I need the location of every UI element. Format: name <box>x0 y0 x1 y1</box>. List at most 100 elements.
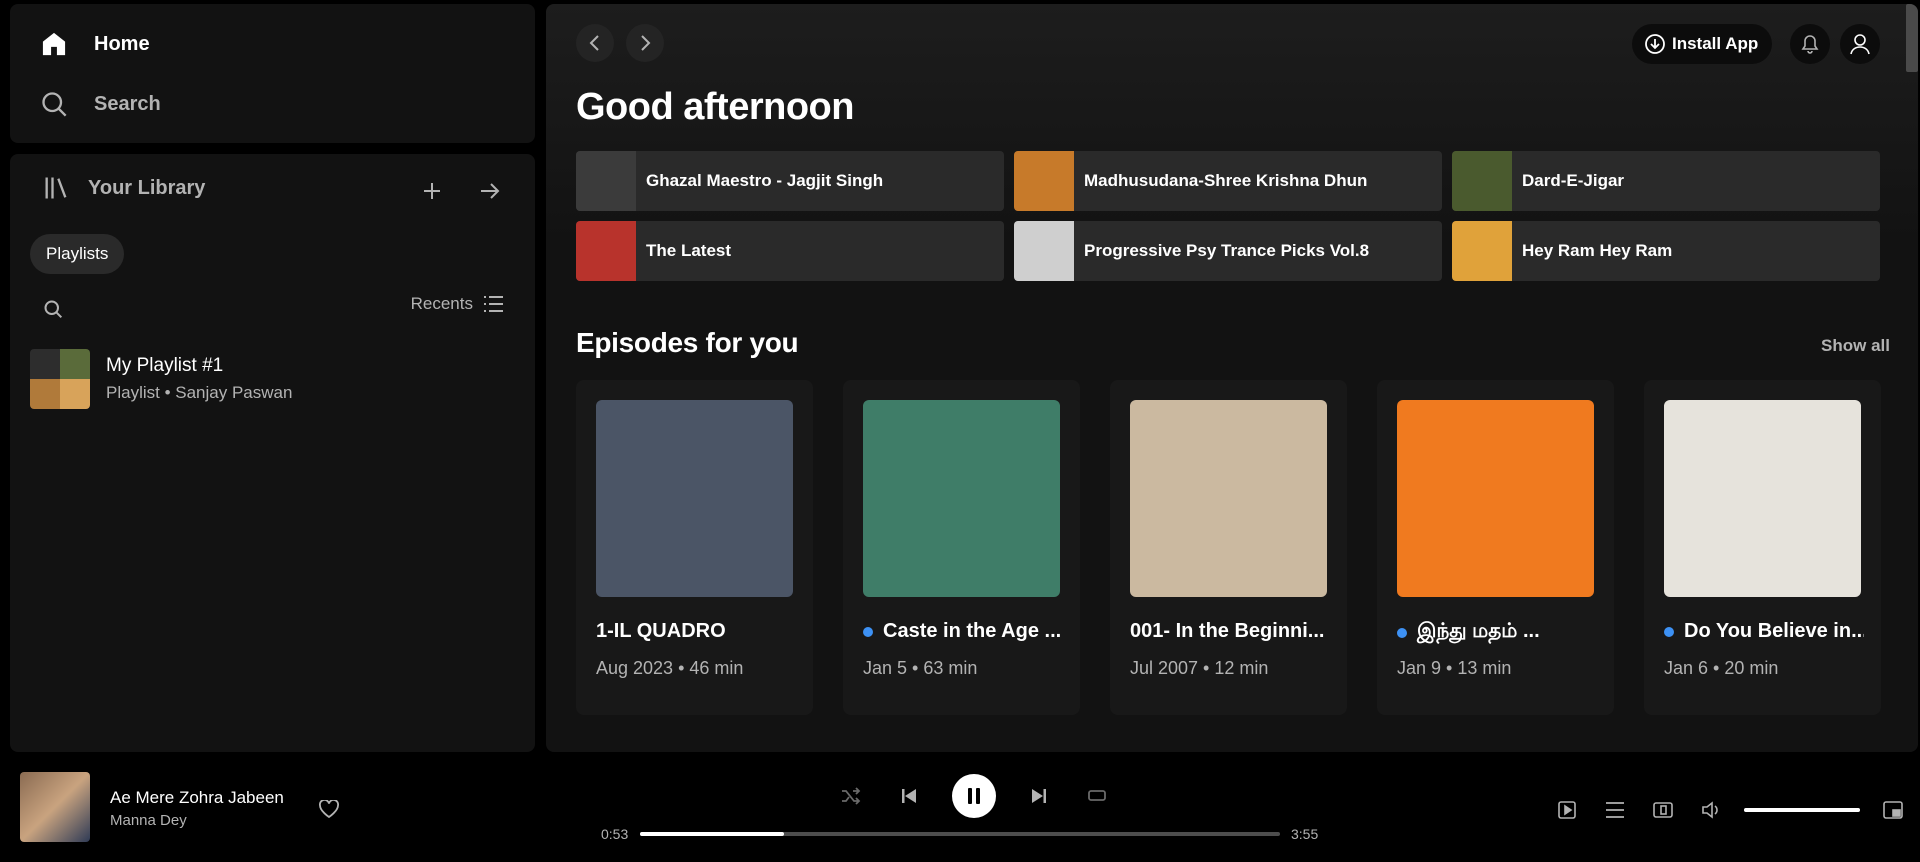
install-app-button[interactable]: Install App <box>1632 24 1773 64</box>
top-nav-panel: Home Search <box>10 4 535 143</box>
library-search-button[interactable] <box>38 294 68 324</box>
shortcut-cover <box>1014 151 1074 211</box>
show-all-link[interactable]: Show all <box>1821 336 1890 356</box>
episode-card[interactable]: 001- In the Beginni... Jul 2007 • 12 min <box>1110 380 1347 715</box>
library-title: Your Library <box>88 176 206 199</box>
profile-button[interactable] <box>1840 24 1880 64</box>
expand-library-button[interactable] <box>475 176 505 206</box>
episode-meta: Jan 9 • 13 min <box>1397 658 1512 678</box>
shuffle-icon <box>842 787 861 805</box>
play-pause-button[interactable] <box>952 774 996 818</box>
miniplayer-icon <box>1883 801 1903 819</box>
shortcut-cover <box>1452 151 1512 211</box>
shuffle-button[interactable] <box>836 781 866 811</box>
now-playing-cover[interactable] <box>20 772 90 842</box>
unplayed-dot <box>1664 626 1674 637</box>
episode-title: இந்து மதம் ... <box>1397 620 1597 645</box>
search-icon <box>40 90 68 118</box>
shortcut-cover <box>576 221 636 281</box>
episode-title-text: 001- In the Beginni... <box>1130 620 1325 642</box>
previous-button[interactable] <box>894 781 924 811</box>
nav-search[interactable]: Search <box>40 90 161 118</box>
repeat-button[interactable] <box>1082 781 1112 811</box>
pause-icon <box>968 788 980 804</box>
connect-device-button[interactable] <box>1648 795 1678 825</box>
notifications-button[interactable] <box>1790 24 1830 64</box>
home-icon <box>40 30 68 58</box>
queue-button[interactable] <box>1600 795 1630 825</box>
shortcut-cover <box>1014 221 1074 281</box>
episode-card[interactable]: இந்து மதம் ... Jan 9 • 13 min <box>1377 380 1614 715</box>
playlist-cover <box>30 349 90 409</box>
nav-home-label: Home <box>94 32 150 55</box>
playback-controls <box>836 774 1112 818</box>
volume-fill <box>1744 808 1860 812</box>
progress-bar[interactable] <box>640 832 1280 836</box>
episode-cover <box>1664 400 1861 597</box>
volume-button[interactable] <box>1696 795 1726 825</box>
episode-card[interactable]: Caste in the Age ... Jan 5 • 63 min <box>843 380 1080 715</box>
episode-title: Do You Believe in... <box>1664 620 1864 643</box>
now-playing-artist[interactable]: Manna Dey <box>110 812 187 829</box>
like-button[interactable] <box>314 794 344 824</box>
shortcut-label: Madhusudana-Shree Krishna Dhun <box>1084 171 1368 190</box>
library-actions <box>417 176 505 206</box>
shortcut-card[interactable]: Hey Ram Hey Ram <box>1452 221 1880 281</box>
nav-home[interactable]: Home <box>40 30 150 58</box>
episode-card[interactable]: 1-IL QUADRO Aug 2023 • 46 min <box>576 380 813 715</box>
episode-title-text: Caste in the Age ... <box>883 620 1062 642</box>
playlist-subtitle: Playlist • Sanjay Paswan <box>106 383 293 402</box>
search-icon <box>44 300 63 319</box>
main-view: Install App Good afternoon Ghazal Maestr… <box>546 4 1918 752</box>
shortcut-cover <box>1452 221 1512 281</box>
episode-title: 1-IL QUADRO <box>596 620 796 643</box>
nav-search-label: Search <box>94 92 161 115</box>
shortcut-label: Progressive Psy Trance Picks Vol.8 <box>1084 241 1370 260</box>
filter-chip-playlists[interactable]: Playlists <box>30 234 125 274</box>
list-icon <box>484 296 503 312</box>
library-item[interactable]: My Playlist #1 Playlist • Sanjay Paswan <box>30 346 510 412</box>
sort-recents-button[interactable]: Recents <box>411 294 503 314</box>
now-playing-view-icon <box>1558 801 1576 819</box>
queue-icon <box>1606 802 1624 818</box>
episode-cover <box>1397 400 1594 597</box>
episode-card[interactable]: Do You Believe in... Jan 6 • 20 min <box>1644 380 1881 715</box>
shortcut-card[interactable]: Madhusudana-Shree Krishna Dhun <box>1014 151 1442 211</box>
episode-title-text: இந்து மதம் ... <box>1417 620 1540 642</box>
library-header[interactable]: Your Library <box>42 174 205 202</box>
episode-title: 001- In the Beginni... <box>1130 620 1330 643</box>
shortcut-label: The Latest <box>646 241 732 260</box>
shortcut-card[interactable]: Ghazal Maestro - Jagjit Singh <box>576 151 1004 211</box>
install-app-label: Install App <box>1672 34 1759 53</box>
elapsed-time: 0:53 <box>601 826 629 842</box>
miniplayer-button[interactable] <box>1878 795 1908 825</box>
episode-meta: Jan 6 • 20 min <box>1664 658 1779 678</box>
volume-icon <box>1702 801 1718 819</box>
forward-button[interactable] <box>626 24 664 62</box>
episodes-section-title: Episodes for you <box>576 327 799 358</box>
chevron-left-icon <box>589 35 599 51</box>
playlist-title: My Playlist #1 <box>106 355 224 376</box>
episode-cover <box>1130 400 1327 597</box>
shortcut-card[interactable]: Progressive Psy Trance Picks Vol.8 <box>1014 221 1442 281</box>
sort-label: Recents <box>410 294 473 313</box>
shortcut-card[interactable]: The Latest <box>576 221 1004 281</box>
now-playing-view-button[interactable] <box>1552 795 1582 825</box>
create-playlist-button[interactable] <box>417 176 447 206</box>
episode-meta: Jul 2007 • 12 min <box>1130 658 1269 678</box>
episode-cover <box>863 400 1060 597</box>
now-playing-title[interactable]: Ae Mere Zohra Jabeen <box>110 788 284 808</box>
library-icon <box>42 174 70 202</box>
main-scrollbar[interactable] <box>1906 4 1918 72</box>
unplayed-dot <box>863 626 873 637</box>
shortcut-label: Dard-E-Jigar <box>1522 171 1625 190</box>
arrow-right-icon <box>481 183 500 199</box>
volume-slider[interactable] <box>1744 808 1860 812</box>
back-button[interactable] <box>576 24 614 62</box>
download-icon <box>1645 34 1665 54</box>
episode-cover <box>596 400 793 597</box>
shortcut-card[interactable]: Dard-E-Jigar <box>1452 151 1880 211</box>
library-panel: Your Library Playlists Recents My Playli… <box>10 154 535 752</box>
next-button[interactable] <box>1024 781 1054 811</box>
skip-back-icon <box>902 789 916 803</box>
